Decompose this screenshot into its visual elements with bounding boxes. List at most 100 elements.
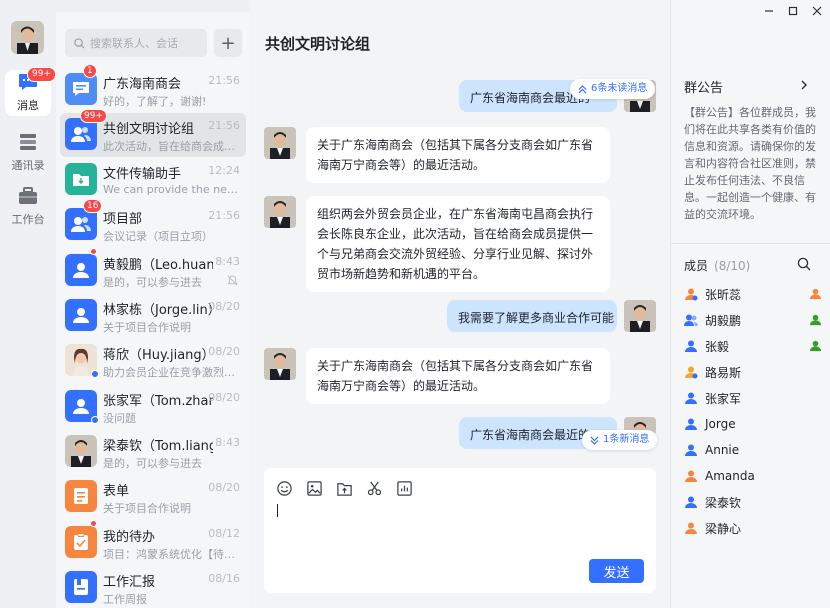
- conversation-item[interactable]: 梁泰钦（Tom.liang） 8:43 是的，可以参与进去: [60, 430, 246, 474]
- owner-icon: [809, 287, 822, 300]
- member-item[interactable]: 张毅: [684, 336, 824, 356]
- nav-messages-label: 消息: [17, 99, 39, 112]
- members-header: 成员 (8/10): [684, 257, 750, 274]
- my-avatar[interactable]: [11, 21, 44, 54]
- conversation-name: 表单: [103, 484, 130, 499]
- search-input[interactable]: 搜索联系人、会话: [65, 29, 207, 57]
- chevron-right-icon[interactable]: [799, 79, 809, 91]
- conversation-name: 项目部: [103, 212, 143, 227]
- conversation-item[interactable]: 16 项目部 21:56 会议记录（项目立项）: [60, 199, 246, 247]
- member-name: 张毅: [705, 339, 730, 354]
- sender-avatar: [264, 348, 296, 380]
- members-label: 成员: [684, 259, 709, 273]
- member-item[interactable]: 胡毅鹏: [684, 310, 824, 330]
- unread-dot: [90, 248, 97, 255]
- member-item[interactable]: 梁静心: [684, 518, 824, 538]
- chart-icon[interactable]: [396, 480, 413, 497]
- close-icon[interactable]: [812, 6, 822, 16]
- message-bubble-incoming[interactable]: 组织两会外贸会员企业，在广东省海南屯昌商会执行会长陈良东企业，此次活动，旨在给商…: [306, 196, 610, 292]
- conversation-name: 文件传输助手: [103, 167, 182, 182]
- unread-messages-label: 6条未读消息: [591, 83, 648, 94]
- conversation-preview: 项目：鸿蒙系统优化【待办】: [103, 548, 241, 561]
- send-button[interactable]: 发送: [589, 559, 644, 583]
- member-item[interactable]: 路易斯: [684, 362, 824, 382]
- conversation-name: 张家军（Tom.zhang）: [103, 394, 213, 409]
- add-button[interactable]: +: [214, 29, 242, 57]
- window-controls: [764, 6, 822, 16]
- message-bubble-incoming[interactable]: 关于广东海南商会（包括其下属各分支商会如广东省海南万宁商会等）的最近活动。: [306, 348, 610, 404]
- conversation-item[interactable]: 黄毅鹏（Leo.huang） 8:43 是的，可以参与进去: [60, 248, 246, 293]
- sender-avatar: [264, 127, 296, 159]
- member-item[interactable]: 张家军: [684, 388, 824, 408]
- message-bubble-outgoing[interactable]: 我需要了解更多商业合作可能: [447, 300, 617, 332]
- conversation-item[interactable]: 1 广东海南商会 21:56 好的，了解了，谢谢!: [60, 64, 246, 112]
- mute-bell-icon: [227, 275, 238, 286]
- minimize-icon[interactable]: [764, 6, 774, 16]
- upload-file-icon[interactable]: [336, 480, 353, 497]
- search-placeholder: 搜索联系人、会话: [90, 37, 178, 50]
- conversation-time: 8:43: [215, 436, 240, 449]
- member-name: 张家军: [705, 391, 742, 406]
- member-search-icon[interactable]: [797, 257, 811, 271]
- conversation-item[interactable]: 99+ 共创文明讨论组 21:56 此次活动，旨在给商会成员提...: [60, 109, 246, 157]
- conversation-item[interactable]: 文件传输助手 12:24 We can provide the new file…: [60, 158, 246, 202]
- member-name: Annie: [705, 443, 740, 457]
- conversation-time: 21:56: [208, 119, 240, 132]
- member-item[interactable]: 张昕蕊: [684, 284, 824, 304]
- sender-avatar: [624, 300, 656, 332]
- new-message-pill[interactable]: 1条新消息: [582, 430, 658, 450]
- conversation-preview: 工作周报: [103, 593, 147, 606]
- image-icon[interactable]: [306, 480, 323, 497]
- member-item[interactable]: Amanda: [684, 466, 824, 486]
- member-name: 张昕蕊: [705, 287, 742, 302]
- admin-icon: [809, 339, 822, 352]
- member-item[interactable]: Jorge: [684, 414, 824, 434]
- conversation-preview: 是的，可以参与进去: [103, 276, 202, 289]
- form-icon: [65, 480, 97, 512]
- member-item[interactable]: Annie: [684, 440, 824, 460]
- conversation-preview: 是的，可以参与进去: [103, 457, 202, 470]
- conversation-name: 黄毅鹏（Leo.huang）: [103, 258, 213, 273]
- double-chevron-up-icon: [578, 84, 587, 94]
- nav-workbench-label: 工作台: [11, 213, 45, 226]
- orange-user-icon: [684, 521, 698, 535]
- conversation-time: 08/20: [208, 345, 240, 358]
- announcement-text: 【群公告】各位群成员，我们将在此共享各类有价值的信息和资源。请确保你的发言和内容…: [684, 106, 816, 221]
- announcement-title[interactable]: 群公告: [684, 77, 723, 96]
- conversation-time: 08/12: [208, 527, 240, 540]
- emoji-icon[interactable]: [276, 480, 293, 497]
- conversation-time: 08/20: [208, 300, 240, 313]
- text-cursor: [277, 504, 278, 517]
- message-composer[interactable]: 发送: [264, 468, 656, 593]
- conversation-item[interactable]: 林家栋（Jorge.lin） 08/20 关于项目合作说明: [60, 294, 246, 338]
- blue-user-icon: [684, 339, 698, 353]
- new-message-label: 1条新消息: [603, 434, 650, 445]
- orange-star-user-icon: [684, 365, 698, 379]
- nav-messages[interactable]: 99+ 消息: [5, 67, 56, 116]
- chat-title: 共创文明讨论组: [265, 35, 371, 53]
- nav-workbench[interactable]: 工作台: [5, 184, 51, 230]
- nav-contacts[interactable]: 通讯录: [5, 130, 51, 176]
- conversation-time: 12:24: [208, 164, 240, 177]
- maximize-icon[interactable]: [788, 6, 798, 16]
- message-bubble-incoming[interactable]: 关于广东海南商会（包括其下属各分支商会如广东省海南万宁商会等）的最近活动。: [306, 127, 610, 183]
- conversation-item[interactable]: 张家军（Tom.zhang） 08/20 没问题: [60, 385, 246, 429]
- member-name: Amanda: [705, 469, 755, 483]
- group-info-panel: 群公告 【群公告】各位群成员，我们将在此共享各类有价值的信息和资源。请确保你的发…: [670, 0, 830, 608]
- conversation-item[interactable]: 蒋欣（Huy.jiang） 08/20 助力会员企业在竞争激烈环境打...: [60, 339, 246, 383]
- unread-badge: 1: [83, 64, 97, 78]
- double-chevron-down-icon: [590, 435, 599, 445]
- member-item[interactable]: 梁泰钦: [684, 492, 824, 512]
- unread-messages-pill[interactable]: 6条未读消息: [570, 79, 656, 99]
- blue-user-icon: [684, 495, 698, 509]
- conversation-item[interactable]: 我的待办 08/12 项目：鸿蒙系统优化【待办】: [60, 520, 246, 565]
- conversation-time: 08/20: [208, 391, 240, 404]
- orange-user-icon: [684, 469, 698, 483]
- conversation-item[interactable]: 表单 08/20 关于项目合作说明: [60, 475, 246, 519]
- user-photo: [65, 435, 97, 467]
- scissors-icon[interactable]: [366, 480, 383, 497]
- member-name: Jorge: [705, 417, 736, 431]
- conversation-item[interactable]: 工作汇报 08/16 工作周报: [60, 566, 246, 608]
- chat-panel: 共创文明讨论组 广东省海南商会最近的 6条未读消息 关于广东海南商会（包括其下属…: [250, 0, 809, 608]
- member-name: 路易斯: [705, 365, 742, 380]
